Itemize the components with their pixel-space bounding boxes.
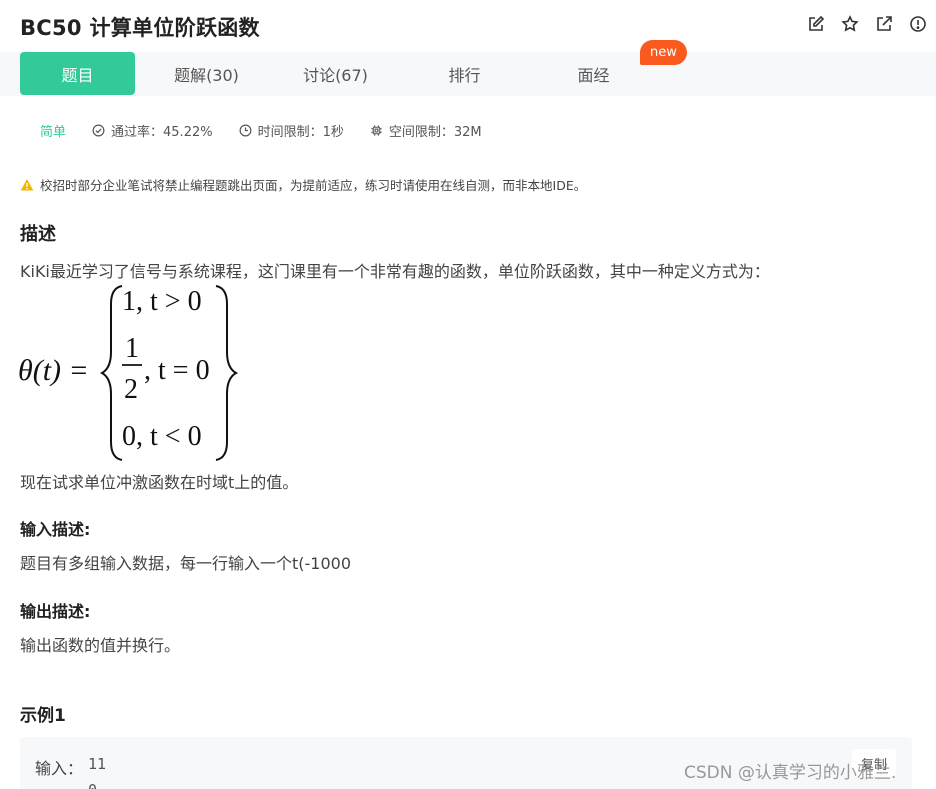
tab-discussion[interactable]: 讨论(67) xyxy=(278,52,393,95)
formula-lhs: θ(t) = xyxy=(18,354,89,387)
space-limit: 空间限制：32M xyxy=(370,121,482,140)
formula-fraction-numerator: 1 xyxy=(125,333,139,364)
formula-fraction-denominator: 2 xyxy=(124,374,138,405)
formula-case-1: 1, t > 0 xyxy=(122,286,202,317)
description-text: KiKi最近学习了信号与系统课程，这门课里有一个非常有趣的函数，单位阶跃函数，其… xyxy=(20,262,770,281)
output-desc-heading: 输出描述: xyxy=(20,602,91,621)
difficulty-label: 简单 xyxy=(40,125,67,140)
problem-meta: 简单 通过率：45.22% 时间限制：1秒 空间限制：32M xyxy=(40,121,508,140)
pass-rate-text: 通过率：45.22% xyxy=(111,125,213,140)
example-input-label: 输入： xyxy=(35,759,84,778)
problem-tabs: 题目 题解(30) 讨论(67) 排行 面经 xyxy=(0,52,936,96)
time-limit-text: 时间限制：1秒 xyxy=(257,125,344,140)
check-circle-icon xyxy=(92,124,105,137)
example-input-line-1: 11 xyxy=(88,755,107,773)
warning-text: 校招时部分企业笔试将禁止编程题跳出页面，为提前适应，练习时请使用在线自测，而非本… xyxy=(40,178,587,193)
formula-case-2: , t = 0 xyxy=(144,355,210,386)
edit-icon[interactable] xyxy=(806,14,826,34)
chip-icon xyxy=(371,125,382,136)
description-text-2: 现在试求单位冲激函数在时域t上的值。 xyxy=(20,473,299,492)
output-desc-text: 输出函数的值并换行。 xyxy=(20,636,181,655)
formula-brace-left xyxy=(99,285,123,461)
formula-brace-right xyxy=(215,285,239,461)
tab-interview[interactable]: 面经 xyxy=(536,52,651,95)
pass-rate: 通过率：45.22% xyxy=(92,121,213,140)
input-desc-text: 题目有多组输入数据，每一行输入一个t(-1000 xyxy=(20,554,352,573)
step-function-formula: θ(t) = 1, t > 0 1 2 , t = 0 0, t < 0 xyxy=(18,285,239,461)
formula-case-3: 0, t < 0 xyxy=(122,421,202,452)
tab-problem[interactable]: 题目 xyxy=(20,52,135,95)
new-badge: new xyxy=(640,40,687,65)
watermark: CSDN @认真学习的小雅兰. xyxy=(684,763,897,783)
description-heading: 描述 xyxy=(20,224,56,245)
input-desc-heading: 输入描述: xyxy=(20,520,91,539)
tab-ranking[interactable]: 排行 xyxy=(407,52,522,95)
clock-icon xyxy=(239,124,252,137)
example-input-line-2: 0 xyxy=(88,781,97,789)
problem-header: BC50 计算单位阶跃函数 xyxy=(0,0,936,52)
time-limit: 时间限制：1秒 xyxy=(239,121,344,140)
share-icon[interactable] xyxy=(874,14,894,34)
header-actions xyxy=(806,14,928,34)
warning-icon xyxy=(20,178,34,190)
star-icon[interactable] xyxy=(840,14,860,34)
tab-solutions[interactable]: 题解(30) xyxy=(149,52,264,95)
space-limit-text: 空间限制：32M xyxy=(388,125,482,140)
report-icon[interactable] xyxy=(908,14,928,34)
warning-notice: 校招时部分企业笔试将禁止编程题跳出页面，为提前适应，练习时请使用在线自测，而非本… xyxy=(20,175,586,194)
page-title: BC50 计算单位阶跃函数 xyxy=(20,16,260,40)
example-heading: 示例1 xyxy=(20,706,66,726)
